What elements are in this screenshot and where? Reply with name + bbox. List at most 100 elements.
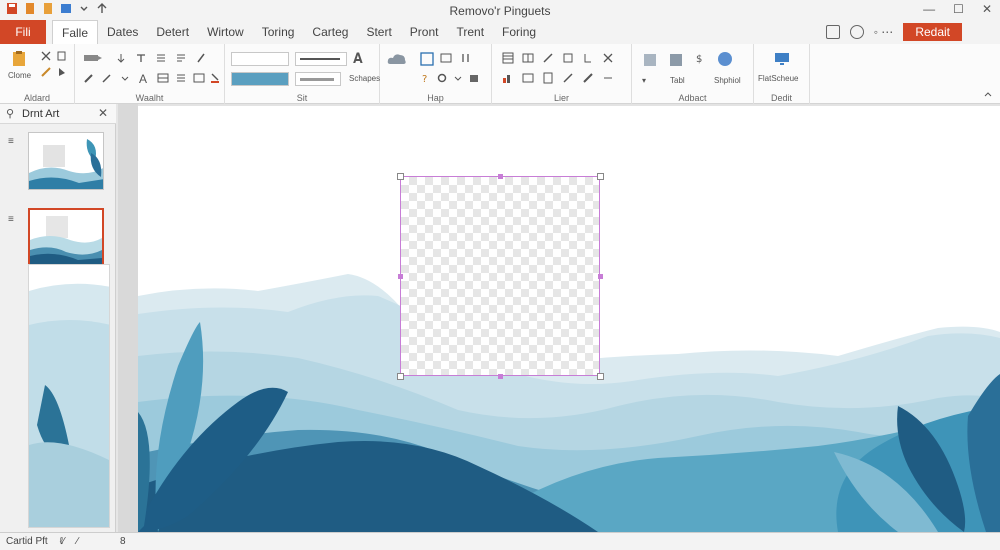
insert-shape-icon[interactable]	[582, 52, 594, 64]
notes-icon[interactable]: ℓ∕	[60, 536, 65, 547]
link-icon[interactable]	[542, 52, 554, 64]
line-weight-field[interactable]	[295, 72, 341, 86]
document-icon[interactable]	[542, 72, 554, 84]
resize-handle[interactable]	[398, 274, 403, 279]
schapes-label[interactable]: Schapes	[349, 74, 380, 83]
slide[interactable]	[138, 106, 1000, 532]
paste-icon[interactable]	[10, 50, 28, 68]
image-icon[interactable]	[420, 52, 434, 66]
resize-handle[interactable]	[397, 373, 404, 380]
align-icon[interactable]	[155, 52, 167, 64]
pencil-icon[interactable]	[101, 72, 113, 84]
picture-format-icon[interactable]	[642, 52, 658, 68]
tab-8[interactable]: Trent	[447, 20, 493, 44]
tab-4[interactable]: Toring	[253, 20, 304, 44]
monitor-icon[interactable]	[774, 52, 790, 66]
slide-thumbnail-1[interactable]	[28, 132, 104, 190]
comment-icon[interactable]	[849, 25, 864, 39]
chart-icon[interactable]	[502, 72, 514, 84]
ribbon-group-style: 𝐀 Schapes Sit	[225, 44, 380, 104]
styles-icon[interactable]: 𝐀	[353, 50, 363, 67]
minimize-icon[interactable]: —	[923, 2, 935, 16]
tab-9[interactable]: Foring	[493, 20, 545, 44]
minus-icon[interactable]	[602, 72, 614, 84]
maximize-icon[interactable]: ☐	[953, 2, 964, 16]
tab-7[interactable]: Pront	[401, 20, 448, 44]
window-title: Removo'r Pinguets	[449, 4, 551, 18]
copy-icon[interactable]	[56, 50, 68, 62]
ribbon-group-edit: FlatScheue Dedit	[754, 44, 810, 104]
tab-5[interactable]: Carteg	[303, 20, 357, 44]
table-grid-icon[interactable]	[522, 52, 534, 64]
resize-handle[interactable]	[498, 374, 503, 379]
flatschenue-label[interactable]: FlatScheue	[758, 74, 798, 83]
font-name-field[interactable]	[231, 52, 289, 66]
list-icon[interactable]	[175, 72, 187, 84]
text-box-icon[interactable]	[460, 52, 472, 64]
vertical-ruler	[118, 104, 138, 532]
fill-color-field[interactable]	[231, 72, 289, 86]
list-view-icon[interactable]	[502, 52, 514, 64]
chevron-down-icon[interactable]	[119, 72, 131, 84]
group-label: Sit	[296, 93, 308, 103]
collapse-ribbon-icon[interactable]	[982, 88, 994, 100]
font-color-icon[interactable]: A	[139, 72, 147, 86]
resize-handle[interactable]	[498, 174, 503, 179]
line-style-field[interactable]	[295, 52, 347, 66]
artistic-effects-icon[interactable]	[668, 52, 684, 68]
table-insert-icon[interactable]	[440, 52, 452, 64]
pin-icon[interactable]: ⚲	[6, 107, 14, 120]
globe-icon[interactable]	[716, 50, 734, 68]
tab-2[interactable]: Detert	[147, 20, 198, 44]
dollar-icon[interactable]: $	[694, 52, 706, 64]
bullets-icon[interactable]	[193, 72, 205, 84]
pen-icon[interactable]: ∕	[77, 536, 79, 547]
ribbon: Clome Aldard A Waalht 𝐀 Schapes Sit ? Ha…	[0, 44, 1000, 104]
close-icon[interactable]: ✕	[98, 106, 108, 120]
present-icon[interactable]	[825, 25, 840, 39]
resize-handle[interactable]	[397, 173, 404, 180]
question-icon[interactable]: ?	[420, 72, 432, 84]
sort-icon[interactable]	[115, 52, 127, 64]
resize-handle[interactable]	[597, 373, 604, 380]
tab-0[interactable]: Falle	[52, 20, 99, 45]
cloud-icon[interactable]	[386, 52, 408, 66]
text-direction-icon[interactable]	[135, 52, 147, 64]
columns-icon[interactable]	[175, 52, 187, 64]
close-icon[interactable]	[602, 52, 614, 64]
more-icon[interactable]: ◦ ⋯	[874, 25, 894, 39]
shphiol-label[interactable]: Shphiol	[714, 76, 741, 85]
chevron-down-icon[interactable]: ▾	[642, 76, 646, 85]
slide-thumbnail-2[interactable]	[28, 208, 104, 266]
cut-icon[interactable]	[40, 50, 52, 62]
line-icon[interactable]	[562, 72, 574, 84]
paint-bucket-icon[interactable]	[209, 72, 221, 84]
gear-icon[interactable]	[436, 72, 448, 84]
image-placeholder[interactable]	[400, 176, 600, 376]
restart-button[interactable]: Redait	[903, 23, 962, 41]
group-label: Waalht	[135, 93, 164, 103]
ribbon-group-arrange: ? Hap	[380, 44, 492, 104]
group-icon[interactable]	[468, 72, 480, 84]
file-tab[interactable]: Fili	[0, 20, 46, 44]
chevron-down-icon[interactable]	[452, 72, 464, 84]
slide-icon: ≡	[8, 214, 14, 225]
tabl-label[interactable]: Tabl	[670, 76, 685, 85]
draw-icon[interactable]	[582, 72, 594, 84]
tab-1[interactable]: Dates	[98, 20, 147, 44]
format-painter-icon[interactable]	[40, 66, 52, 78]
tab-6[interactable]: Stert	[357, 20, 400, 44]
shape-fill-icon[interactable]	[83, 52, 103, 64]
table-icon[interactable]	[157, 72, 169, 84]
pointer-icon[interactable]	[56, 66, 68, 78]
resize-handle[interactable]	[598, 274, 603, 279]
bookmark-icon[interactable]	[562, 52, 574, 64]
tab-3[interactable]: Wirtow	[198, 20, 253, 44]
thumbnail-art	[29, 133, 103, 189]
close-icon[interactable]: ✕	[982, 2, 992, 16]
clone-label[interactable]: Clome	[8, 71, 31, 80]
resize-handle[interactable]	[597, 173, 604, 180]
pen-icon[interactable]	[195, 52, 207, 64]
brush-icon[interactable]	[83, 72, 95, 84]
picture-icon[interactable]	[522, 72, 534, 84]
